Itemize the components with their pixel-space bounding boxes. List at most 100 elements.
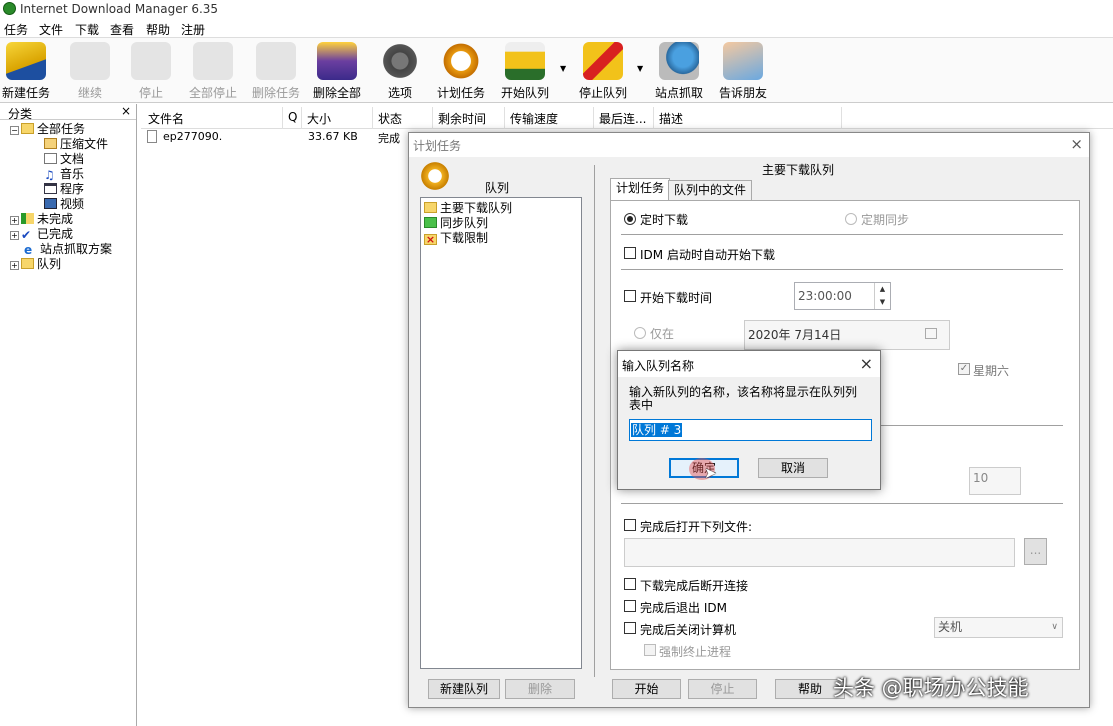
- start-button[interactable]: 开始: [612, 679, 681, 699]
- retries-field[interactable]: 10: [969, 467, 1021, 495]
- mouse-cursor-icon: ➤: [704, 464, 717, 482]
- shutdown-checkbox[interactable]: [624, 622, 636, 634]
- queue-item-main[interactable]: 主要下载队列: [424, 201, 512, 216]
- tree-item-documents[interactable]: 文档: [44, 152, 84, 167]
- auto-start-checkbox[interactable]: [624, 247, 636, 259]
- queue-list[interactable]: 主要下载队列 同步队列 × 下载限制: [420, 197, 582, 669]
- start-queue-dropdown-icon[interactable]: ▼: [560, 64, 566, 73]
- start-time-checkbox[interactable]: [624, 290, 636, 302]
- tree-item-grabber[interactable]: e 站点抓取方案: [24, 242, 112, 257]
- queue-item-sync[interactable]: 同步队列: [424, 216, 488, 231]
- time-spinner-icon[interactable]: ▲ ▼: [874, 283, 890, 309]
- tab-files-in-queue[interactable]: 队列中的文件: [668, 180, 753, 201]
- stop-icon: [131, 42, 171, 80]
- col-size[interactable]: 大小: [307, 110, 331, 127]
- delete-task-button[interactable]: 删除任务: [250, 42, 302, 100]
- calendar-icon[interactable]: [925, 328, 937, 339]
- col-queue[interactable]: Q: [288, 110, 297, 124]
- collapse-icon[interactable]: −: [10, 126, 19, 135]
- tree-item-finished[interactable]: + ✔ 已完成: [10, 227, 73, 242]
- menu-view[interactable]: 查看: [110, 21, 134, 38]
- hangup-checkbox[interactable]: [624, 578, 636, 590]
- menu-register[interactable]: 注册: [181, 21, 205, 38]
- open-file-checkbox[interactable]: [624, 519, 636, 531]
- col-speed[interactable]: 传输速度: [510, 110, 558, 127]
- queue-item-limit[interactable]: × 下载限制: [424, 231, 488, 246]
- tree-item-video[interactable]: 视频: [44, 197, 84, 212]
- col-status[interactable]: 状态: [378, 110, 402, 127]
- delete-queue-button[interactable]: 删除: [505, 679, 575, 699]
- menu-help[interactable]: 帮助: [146, 21, 170, 38]
- unfinished-icon: [21, 213, 34, 224]
- shutdown-select[interactable]: 关机 ∨: [934, 617, 1063, 638]
- force-label: 强制终止进程: [659, 645, 732, 659]
- stop-queue-button[interactable]: 停止队列: [575, 42, 631, 100]
- document-icon: [44, 153, 57, 164]
- scheduler-title: 计划任务: [413, 139, 462, 153]
- tree-item-all[interactable]: − 全部任务: [10, 122, 85, 137]
- ok-button[interactable]: 确定 ➤: [669, 458, 739, 482]
- col-time-left[interactable]: 剩余时间: [438, 110, 486, 127]
- new-task-button[interactable]: 新建任务: [2, 42, 50, 100]
- browse-button[interactable]: ...: [1024, 538, 1047, 565]
- tree-item-compressed[interactable]: 压缩文件: [44, 137, 108, 152]
- resume-button[interactable]: 继续: [68, 42, 112, 100]
- one-time-label: 定时下载: [640, 213, 689, 227]
- start-queue-button[interactable]: 开始队列: [497, 42, 553, 100]
- expand-icon[interactable]: +: [10, 216, 19, 225]
- only-on-label: 仅在: [650, 327, 675, 341]
- stop-queue-dropdown-icon[interactable]: ▼: [637, 64, 643, 73]
- saturday-checkbox[interactable]: ✓: [958, 363, 970, 375]
- tab-schedule[interactable]: 计划任务: [610, 178, 671, 201]
- sync-folder-icon: [424, 217, 437, 228]
- queue-name-input[interactable]: 队列 # 3: [629, 419, 872, 441]
- one-time-radio[interactable]: [624, 213, 636, 225]
- watermark: 头条 @职场办公技能: [833, 676, 1029, 700]
- stop-button[interactable]: 停止: [128, 42, 174, 100]
- scheduler-close-icon[interactable]: ×: [1070, 135, 1083, 153]
- cancel-button[interactable]: 取消: [758, 458, 828, 478]
- tree-item-unfinished[interactable]: + 未完成: [10, 212, 73, 227]
- options-button[interactable]: 选项: [378, 42, 422, 100]
- saturday-label: 星期六: [973, 364, 1010, 378]
- delete-all-button[interactable]: 删除全部: [311, 42, 363, 100]
- category-header: 分类 ×: [0, 104, 136, 121]
- expand-icon[interactable]: +: [10, 261, 19, 270]
- start-queue-icon: [505, 42, 545, 80]
- col-description[interactable]: 描述: [659, 110, 683, 127]
- date-picker[interactable]: 2020年 7月14日: [744, 320, 950, 350]
- col-last-try[interactable]: 最后连...: [599, 110, 646, 127]
- tree-item-programs[interactable]: 程序: [44, 182, 84, 197]
- separator: [621, 269, 1063, 270]
- queue-name-dialog: 输入队列名称 × 输入新队列的名称，该名称将显示在队列列表中 队列 # 3 确定…: [617, 350, 881, 490]
- tree-item-queues[interactable]: + 队列: [10, 257, 61, 272]
- col-filename[interactable]: 文件名: [148, 110, 184, 127]
- stop-all-button[interactable]: 全部停止: [186, 42, 240, 100]
- music-icon: ♫: [44, 168, 55, 182]
- menu-file[interactable]: 文件: [39, 21, 63, 38]
- delete-all-icon: [317, 42, 357, 80]
- scheduler-titlebar: 计划任务 ×: [409, 133, 1089, 157]
- expand-icon[interactable]: +: [10, 231, 19, 240]
- tell-friend-button[interactable]: 告诉朋友: [716, 42, 770, 100]
- separator: [621, 234, 1063, 235]
- scheduler-button[interactable]: 计划任务: [436, 42, 486, 100]
- row-size: 33.67 KB: [308, 130, 358, 143]
- queue-name-close-icon[interactable]: ×: [860, 354, 873, 373]
- exit-idm-checkbox[interactable]: [624, 600, 636, 612]
- new-queue-button[interactable]: 新建队列: [428, 679, 500, 699]
- periodic-radio[interactable]: [845, 213, 857, 225]
- only-on-radio[interactable]: [634, 327, 646, 339]
- tree-item-music[interactable]: ♫ 音乐: [44, 167, 84, 182]
- category-title: 分类: [8, 107, 33, 121]
- site-grabber-button[interactable]: 站点抓取: [654, 42, 704, 100]
- scheduler-clock-icon: [419, 161, 451, 191]
- menu-download[interactable]: 下载: [75, 21, 99, 38]
- force-checkbox[interactable]: [644, 644, 656, 656]
- open-file-path[interactable]: [624, 538, 1015, 567]
- stop-button[interactable]: 停止: [688, 679, 757, 699]
- internet-explorer-icon: e: [24, 243, 33, 257]
- menu-task[interactable]: 任务: [4, 21, 28, 38]
- tell-friend-icon: [723, 42, 763, 80]
- category-close-icon[interactable]: ×: [121, 104, 131, 118]
